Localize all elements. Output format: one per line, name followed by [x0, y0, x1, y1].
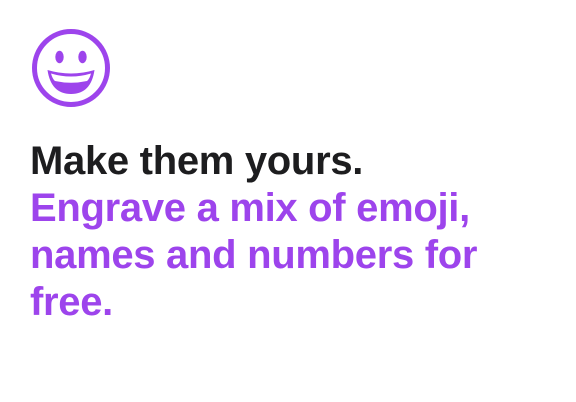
- headline-sub-line-2: names and numbers for: [30, 233, 478, 277]
- headline-lead: Make them yours.: [30, 139, 364, 183]
- headline-sub-line-1: Engrave a mix of emoji,: [30, 186, 470, 230]
- engraving-promo-card: Make them yours. Engrave a mix of emoji,…: [0, 0, 576, 402]
- grinning-face-icon: [30, 27, 112, 109]
- headline: Make them yours. Engrave a mix of emoji,…: [30, 138, 560, 326]
- headline-sub-line-3: free.: [30, 280, 113, 324]
